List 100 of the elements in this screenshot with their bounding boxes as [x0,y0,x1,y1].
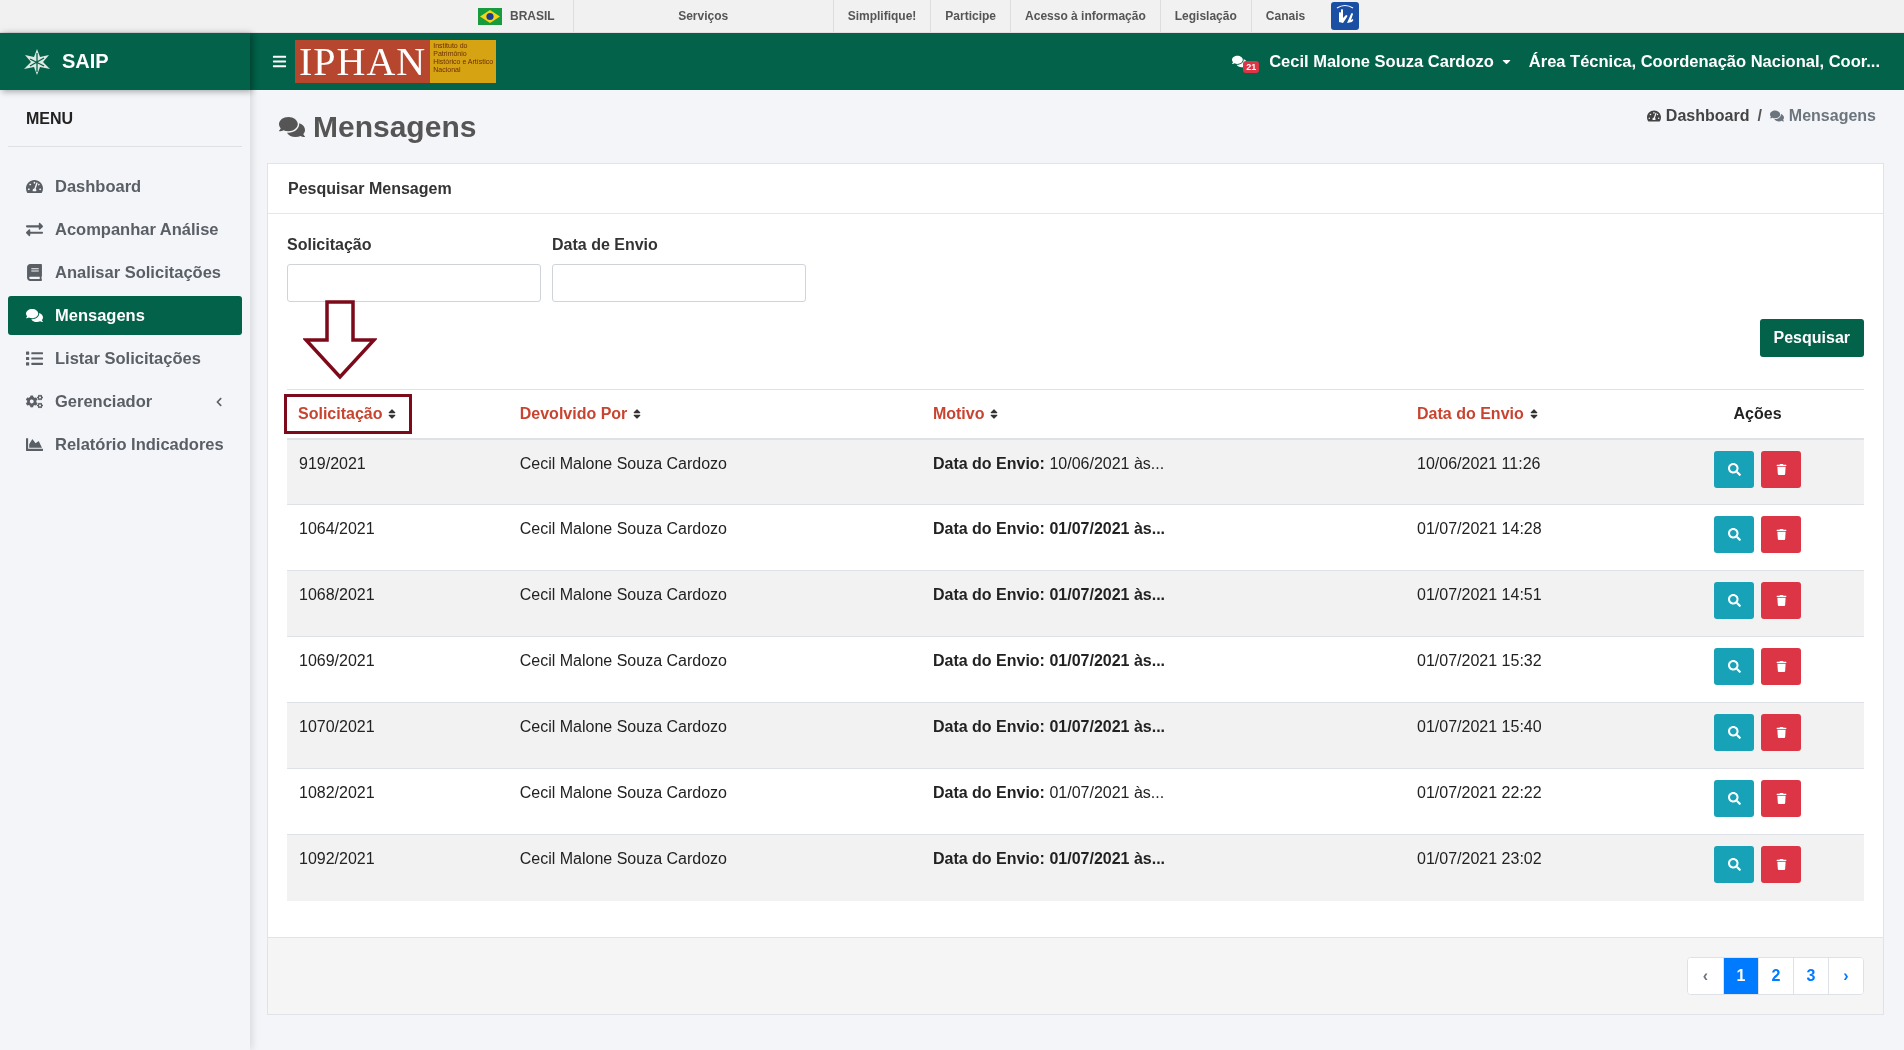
column-header[interactable]: Motivo [920,404,1013,423]
table-cell: Data do Envio: 01/07/2021 às... [932,784,1165,801]
table-cell: Cecil Malone Souza Cardozo [519,718,727,735]
table-cell: Data do Envio: 01/07/2021 às... [932,718,1166,735]
search-button[interactable]: Pesquisar [1759,319,1864,357]
trash-icon [1775,727,1787,738]
table-cell: 1082/2021 [299,784,375,801]
sidebar-item[interactable]: Relatório Indicadores [8,425,242,464]
table-cell: 01/07/2021 15:32 [1417,652,1542,669]
book-icon [26,264,43,281]
breadcrumb-link[interactable]: Dashboard [1646,106,1750,125]
table-cell: Data do Envio: 01/07/2021 às... [932,850,1166,867]
table-cell: Data do Envio: 01/07/2021 às... [932,586,1166,603]
sidebar-item[interactable]: Dashboard [8,167,242,206]
field-label: Data de Envio [552,236,659,254]
table-cell: Data do Envio: 01/07/2021 às... [932,520,1166,537]
sidebar-item[interactable]: Gerenciador [8,382,242,421]
app-name: SAIP [62,50,109,73]
table-cell: 1069/2021 [299,652,375,669]
sidebar-item[interactable]: Mensagens [8,296,242,335]
gov-link[interactable]: Legislação [1159,0,1251,32]
search-icon [1727,462,1741,476]
view-button[interactable] [1714,516,1755,553]
table-cell: 919/2021 [299,454,366,472]
sign-language-icon[interactable] [1331,2,1360,30]
input-field[interactable] [552,264,806,302]
gauge-icon [1646,108,1661,123]
delete-button[interactable] [1761,516,1802,553]
gov-link[interactable]: Acesso à informação [1010,0,1160,32]
trash-icon [1775,859,1787,870]
gears-icon [26,393,43,410]
table-cell: 01/07/2021 23:02 [1417,850,1542,867]
sidebar-item[interactable]: Acompanhar Análise [8,210,242,249]
search-icon [1727,594,1741,607]
view-button[interactable] [1714,450,1755,488]
search-icon [1727,792,1741,805]
delete-button[interactable] [1761,846,1802,883]
sidebar-item[interactable]: Analisar Solicitações [8,253,242,292]
delete-button[interactable] [1761,648,1802,685]
table-cell: Data do Envio: 10/06/2021 às... [932,454,1165,472]
delete-button[interactable] [1761,780,1802,817]
column-header[interactable]: Devolvido Por [507,404,656,423]
table-cell: 1068/2021 [299,586,375,603]
page-title: Mensagens [313,109,477,144]
search-icon [1727,528,1741,541]
table-cell: Cecil Malone Souza Cardozo [519,520,727,537]
view-button[interactable] [1714,648,1755,685]
breadcrumb-separator: / [1757,106,1762,125]
user-menu[interactable]: Cecil Malone Souza Cardozo [1269,52,1513,71]
trash-icon [1775,595,1787,606]
view-button[interactable] [1714,846,1755,883]
table-cell: 01/07/2021 14:28 [1417,520,1542,537]
table-cell: 01/07/2021 15:40 [1417,718,1542,735]
gov-link[interactable]: Simplifique! [832,0,931,32]
search-icon [1727,726,1741,739]
next-page-button[interactable]: › [1828,957,1863,994]
table-cell: Cecil Malone Souza Cardozo [519,454,727,472]
gov-link[interactable]: Serviços [572,0,833,32]
card-title: Pesquisar Mensagem [288,179,452,198]
country-label[interactable]: BRASIL [510,9,555,23]
list-icon [26,350,43,367]
table-cell: 10/06/2021 11:26 [1417,454,1541,472]
table-cell: 1064/2021 [299,520,375,537]
view-button[interactable] [1714,714,1755,751]
trash-icon [1775,463,1787,475]
table-cell: Cecil Malone Souza Cardozo [519,652,727,669]
field-label: Solicitação [287,236,373,254]
flag-icon [478,7,502,25]
table-cell: Cecil Malone Souza Cardozo [519,850,727,867]
view-button[interactable] [1714,582,1755,619]
input-field[interactable] [287,264,541,302]
sidebar-item[interactable]: Listar Solicitações [8,339,242,378]
trash-icon [1775,529,1787,540]
unit-label: Área Técnica, Coordenação Nacional, Coor... [1528,52,1880,71]
table-cell: 01/07/2021 14:51 [1417,586,1542,603]
gov-link[interactable]: Participe [930,0,1011,32]
area-chart-icon [26,436,43,453]
search-icon [1727,858,1741,871]
table-cell: 1092/2021 [299,850,375,867]
column-header[interactable]: Solicitação [284,393,413,434]
chat-icon [26,307,43,324]
table-cell: Cecil Malone Souza Cardozo [519,586,727,603]
delete-button[interactable] [1761,714,1802,751]
gov-link[interactable]: Canais [1250,0,1320,32]
menu-button[interactable] [272,54,287,69]
page-button[interactable]: 1 [1723,957,1758,994]
view-button[interactable] [1714,780,1755,817]
menu-title: MENU [8,90,242,147]
chevron-icon [214,396,224,407]
table-cell: Cecil Malone Souza Cardozo [519,784,727,801]
table-cell: Data do Envio: 01/07/2021 às... [932,652,1166,669]
trash-icon [1775,661,1787,672]
delete-button[interactable] [1761,582,1802,619]
delete-button[interactable] [1761,450,1802,488]
column-heading-text: Ações [1732,404,1783,423]
column-header[interactable]: Data do Envio [1405,404,1552,423]
gauge-icon [26,178,43,195]
trash-icon [1775,793,1787,804]
table-cell: 01/07/2021 22:22 [1417,784,1542,801]
breadcrumb-link[interactable]: Mensagens [1769,106,1876,125]
